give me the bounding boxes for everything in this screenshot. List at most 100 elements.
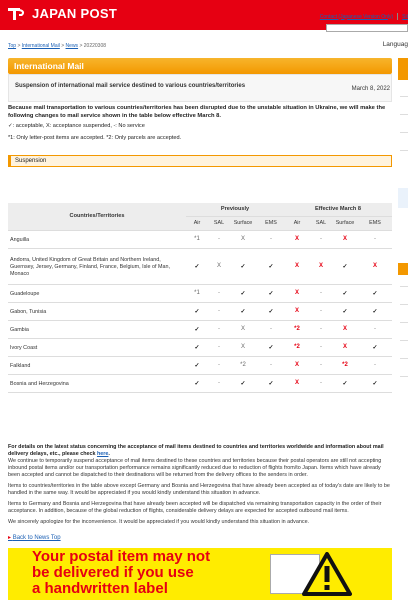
status-cell: - bbox=[320, 236, 322, 242]
sidebar-divider bbox=[400, 286, 408, 287]
country-name: Guadeloupe bbox=[10, 290, 40, 297]
table-row: Guadeloupe *1 - ✓ ✓ X - ✓ ✓ bbox=[8, 284, 392, 302]
status-cell: ✓ bbox=[240, 264, 246, 270]
status-cell: ✓ bbox=[194, 309, 200, 315]
notice-lead: For details on the latest status concern… bbox=[8, 444, 384, 457]
notice-paragraph-1: For details on the latest status concern… bbox=[8, 444, 392, 479]
status-cell: - bbox=[270, 236, 272, 242]
status-cell: - bbox=[218, 308, 220, 314]
status-cell: ✓ bbox=[342, 381, 348, 387]
status-cell: - bbox=[218, 344, 220, 350]
status-cell: *2 bbox=[294, 326, 300, 332]
status-cell: ✓ bbox=[194, 345, 200, 351]
breadcrumb-sep: > bbox=[17, 43, 21, 49]
col-header-surface: Surface bbox=[335, 220, 355, 226]
status-cell: *2 bbox=[294, 344, 300, 350]
page-title: International Mail bbox=[8, 58, 392, 74]
status-cell: X bbox=[294, 236, 299, 242]
status-cell: X bbox=[294, 263, 299, 269]
status-cell: X bbox=[372, 263, 377, 269]
notes-legend: *1: Only letter-post items are accepted.… bbox=[8, 135, 182, 141]
breadcrumb-news[interactable]: News bbox=[66, 43, 79, 49]
status-cell: ✓ bbox=[372, 291, 378, 297]
sidebar-divider bbox=[400, 340, 408, 341]
status-cell: ✓ bbox=[194, 381, 200, 387]
status-cell: ✓ bbox=[372, 381, 378, 387]
status-cell: *2 bbox=[342, 362, 348, 368]
notice-paragraph-4: Items to Germany and Bosnia and Herzegov… bbox=[8, 501, 382, 514]
breadcrumb-sep: > bbox=[61, 43, 65, 49]
status-cell: - bbox=[320, 326, 322, 332]
country-name: Falkland bbox=[10, 362, 31, 369]
status-cell: ✓ bbox=[240, 309, 246, 315]
status-cell: - bbox=[270, 326, 272, 332]
table-row: Ivory Coast ✓ - X ✓ *2 - X ✓ bbox=[8, 338, 392, 356]
table-row: Gabon, Tunisia ✓ - ✓ ✓ X - ✓ ✓ bbox=[8, 302, 392, 320]
col-group-effective: Effective March 8 bbox=[314, 206, 361, 212]
sidebar-box bbox=[398, 188, 408, 208]
status-cell: X bbox=[342, 344, 347, 350]
status-cell: ✓ bbox=[268, 309, 274, 315]
status-cell: *1 bbox=[194, 290, 200, 296]
notice-body: For details on the latest status concern… bbox=[8, 444, 392, 530]
status-cell: - bbox=[320, 290, 322, 296]
breadcrumb-international-mail[interactable]: International Mail bbox=[22, 43, 60, 49]
col-group-previously: Previously bbox=[220, 206, 250, 212]
sidebar-tab[interactable] bbox=[398, 58, 408, 80]
status-cell: ✓ bbox=[194, 363, 200, 369]
status-cell: ✓ bbox=[342, 264, 348, 270]
country-name: Ivory Coast bbox=[10, 344, 38, 351]
sidebar-divider bbox=[400, 304, 408, 305]
country-name: Andorra, United Kingdom of Great Britain… bbox=[10, 256, 170, 277]
suspension-table: Countries/Territories Previously Effecti… bbox=[8, 203, 392, 430]
breadcrumb-current: 20220308 bbox=[83, 43, 107, 49]
back-to-news-link[interactable]: ▸ Back to News Top bbox=[8, 534, 61, 541]
country-name: Gambia bbox=[10, 326, 29, 333]
status-cell: X bbox=[294, 290, 299, 296]
notice-paragraph-5: We sincerely apologize for the inconveni… bbox=[8, 519, 310, 525]
status-cell: X bbox=[240, 236, 245, 242]
notice-paragraph-2: We continue to temporarily suspend accep… bbox=[8, 458, 382, 478]
sitemap-link[interactable]: Sit bbox=[402, 14, 408, 20]
japan-post-logo[interactable]: JAPAN POST bbox=[6, 6, 117, 22]
language-selector[interactable]: Languag bbox=[383, 41, 408, 48]
details-link[interactable]: here bbox=[97, 451, 108, 457]
right-sidebar bbox=[398, 58, 408, 600]
search-input[interactable] bbox=[326, 24, 408, 32]
handwritten-label-banner[interactable]: Your postal item may not be delivered if… bbox=[8, 548, 392, 600]
status-cell: - bbox=[218, 290, 220, 296]
breadcrumb-top[interactable]: Top bbox=[8, 43, 16, 49]
status-cell: ✓ bbox=[268, 291, 274, 297]
sidebar-divider bbox=[400, 150, 408, 151]
status-cell: ✓ bbox=[372, 345, 378, 351]
intro-text: Because mail transportation to various c… bbox=[8, 105, 386, 119]
warning-icon bbox=[302, 552, 352, 598]
status-cell: ✓ bbox=[268, 381, 274, 387]
country-name: Bosnia and Herzegovina bbox=[10, 380, 69, 387]
triangle-right-icon: ▸ bbox=[8, 535, 12, 541]
status-cell: *2 bbox=[240, 362, 246, 368]
sidebar-tab[interactable] bbox=[398, 263, 408, 275]
utility-links: Contact (Japanese Version Only) Sit bbox=[320, 13, 408, 20]
status-cell: - bbox=[374, 326, 376, 332]
status-cell: X bbox=[240, 326, 245, 332]
sidebar-divider bbox=[400, 376, 408, 377]
col-header-air: Air bbox=[293, 220, 301, 226]
banner-line-3: a handwritten label bbox=[32, 580, 168, 597]
logo-text: JAPAN POST bbox=[32, 6, 118, 21]
status-cell: - bbox=[374, 236, 376, 242]
col-header-sal: SAL bbox=[315, 220, 327, 226]
table-row: Falkland ✓ - *2 - X - *2 - bbox=[8, 356, 392, 374]
status-cell: ✓ bbox=[268, 264, 274, 270]
col-header-sal: SAL bbox=[213, 220, 225, 226]
sidebar-divider bbox=[400, 322, 408, 323]
status-cell: ✓ bbox=[342, 309, 348, 315]
table-row: Gambia ✓ - X - *2 - X - bbox=[8, 320, 392, 338]
contact-link[interactable]: Contact (Japanese Version Only) bbox=[320, 14, 393, 20]
sidebar-divider bbox=[400, 114, 408, 115]
status-cell: ✓ bbox=[342, 291, 348, 297]
status-cell: X bbox=[342, 326, 347, 332]
status-cell: - bbox=[320, 308, 322, 314]
col-header-ems: EMS bbox=[265, 220, 277, 226]
col-header-country: Countries/Territories bbox=[69, 213, 125, 219]
